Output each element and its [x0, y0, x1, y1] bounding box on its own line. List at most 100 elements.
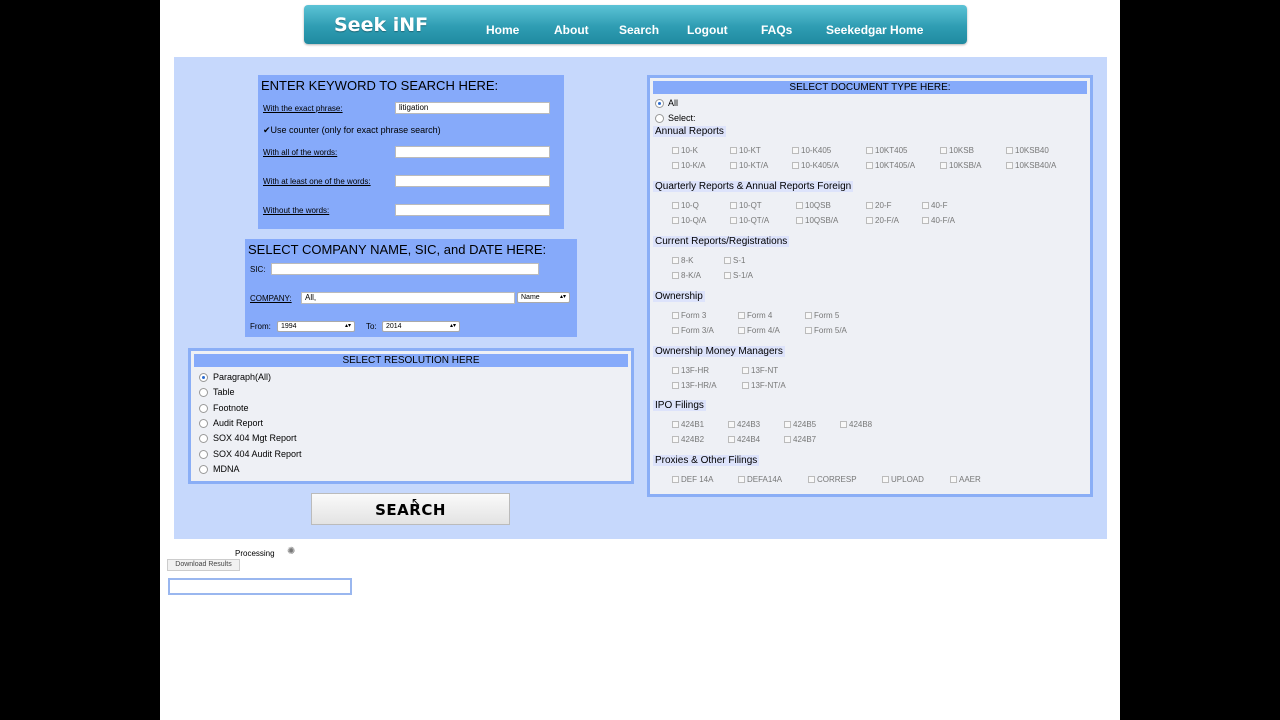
nav-search[interactable]: Search — [619, 23, 659, 37]
doc-type-checkbox[interactable]: 10-KT — [730, 146, 761, 155]
brand-logo[interactable]: Seek iNF — [334, 14, 428, 36]
results-box[interactable] — [168, 578, 352, 595]
doc-type-checkbox[interactable]: 8-K/A — [672, 271, 701, 280]
doc-type-checkbox[interactable]: 424B3 — [728, 420, 760, 429]
doc-type-checkbox[interactable]: S-1 — [724, 256, 745, 265]
to-year-select[interactable]: 2014 ▴▾ — [382, 321, 460, 332]
doc-type-label: 8-K — [681, 256, 694, 265]
doc-type-checkbox[interactable]: 10KSB/A — [940, 161, 981, 170]
doc-type-checkbox[interactable]: 10-K405 — [792, 146, 831, 155]
doc-type-checkbox[interactable]: AAER — [950, 475, 981, 484]
nav-seekedgar-home[interactable]: Seekedgar Home — [826, 23, 923, 37]
doc-type-label: 424B7 — [793, 435, 817, 444]
doc-type-checkbox[interactable]: 424B1 — [672, 420, 704, 429]
doc-type-checkbox[interactable]: 20-F — [866, 201, 891, 210]
doc-type-checkbox[interactable]: 8-K — [672, 256, 693, 265]
doc-type-checkbox[interactable]: Form 3/A — [672, 326, 714, 335]
doc-type-checkbox[interactable]: 10QSB/A — [796, 216, 838, 225]
doc-type-checkbox[interactable]: 13F-HR/A — [672, 381, 717, 390]
doc-type-checkbox[interactable]: Form 4/A — [738, 326, 780, 335]
doc-select-label: Select: — [668, 113, 696, 123]
doc-type-checkbox[interactable]: 13F-NT — [742, 366, 778, 375]
keyword-panel: ENTER KEYWORD TO SEARCH HERE: With the e… — [258, 75, 564, 229]
doc-type-checkbox[interactable]: UPLOAD — [882, 475, 924, 484]
without-words-input[interactable] — [395, 204, 550, 216]
use-counter-label: Use counter (only for exact phrase searc… — [270, 125, 441, 135]
doc-section-title-ipo: IPO Filings — [653, 400, 706, 411]
doc-type-label: S-1/A — [733, 271, 754, 280]
resolution-panel-title: SELECT RESOLUTION HERE — [194, 354, 628, 367]
nav-logout[interactable]: Logout — [687, 23, 728, 37]
nav-faqs[interactable]: FAQs — [761, 23, 792, 37]
name-select[interactable]: Name ▴▾ — [517, 292, 570, 303]
doc-type-checkbox[interactable]: 10KSB40/A — [1006, 161, 1056, 170]
doc-all-radio[interactable] — [655, 99, 664, 108]
doc-type-label: UPLOAD — [891, 475, 924, 484]
resolution-radio[interactable] — [199, 434, 208, 444]
doc-type-checkbox[interactable]: Form 5 — [805, 311, 839, 320]
doc-type-checkbox[interactable]: 40-F — [922, 201, 947, 210]
doc-section-title-ownership: Ownership — [653, 291, 705, 302]
doc-type-checkbox[interactable]: 10-QT/A — [730, 216, 769, 225]
resolution-radio[interactable] — [199, 449, 208, 459]
resolution-radio[interactable] — [199, 388, 208, 398]
mouse-cursor-icon: ↖ — [411, 495, 422, 509]
doc-type-checkbox[interactable]: Form 5/A — [805, 326, 847, 335]
sic-input[interactable] — [271, 263, 539, 275]
doc-type-checkbox[interactable]: 10-KT/A — [730, 161, 768, 170]
doc-type-checkbox[interactable]: 10-QT — [730, 201, 762, 210]
doc-type-checkbox[interactable]: 10-K — [672, 146, 698, 155]
resolution-radio[interactable] — [199, 464, 208, 474]
doc-type-label: 10-KT/A — [739, 161, 769, 170]
doc-type-checkbox[interactable]: Form 3 — [672, 311, 706, 320]
nav-home[interactable]: Home — [486, 23, 519, 37]
doc-type-checkbox[interactable]: 424B2 — [672, 435, 704, 444]
nav-about[interactable]: About — [554, 23, 589, 37]
doc-type-label: 13F-HR/A — [681, 381, 717, 390]
from-year-select[interactable]: 1994 ▴▾ — [277, 321, 355, 332]
checkbox-icon — [866, 202, 873, 209]
checkbox-icon — [730, 162, 737, 169]
doc-type-checkbox[interactable]: 424B7 — [784, 435, 816, 444]
doc-type-label: 13F-HR — [681, 366, 710, 375]
exact-phrase-input[interactable]: litigation — [395, 102, 550, 114]
doc-type-checkbox[interactable]: 10KT405/A — [866, 161, 915, 170]
doc-type-checkbox[interactable]: 424B4 — [728, 435, 760, 444]
all-words-input[interactable] — [395, 146, 550, 158]
resolution-radio[interactable] — [199, 373, 208, 382]
doc-type-checkbox[interactable]: 20-F/A — [866, 216, 899, 225]
doc-type-checkbox[interactable]: Form 4 — [738, 311, 772, 320]
doc-type-label: 10KT405 — [875, 146, 908, 155]
doc-type-checkbox[interactable]: DEFA14A — [738, 475, 782, 484]
doc-type-checkbox[interactable]: 10KSB — [940, 146, 974, 155]
checkbox-icon — [724, 272, 731, 279]
from-year-value: 1994 — [281, 323, 297, 330]
doc-type-checkbox[interactable]: 10KSB40 — [1006, 146, 1049, 155]
doc-type-checkbox[interactable]: 10-K/A — [672, 161, 705, 170]
doc-type-checkbox[interactable]: 10-Q/A — [672, 216, 706, 225]
doc-type-checkbox[interactable]: CORRESP — [808, 475, 857, 484]
resolution-radio[interactable] — [199, 403, 208, 413]
company-input[interactable]: All, — [301, 292, 515, 304]
doc-type-checkbox[interactable]: 13F-NT/A — [742, 381, 786, 390]
use-counter-checkbox[interactable]: ✔Use counter (only for exact phrase sear… — [263, 125, 441, 136]
resolution-option-label: Paragraph(All) — [213, 372, 272, 382]
checkbox-icon — [738, 476, 745, 483]
one-word-input[interactable] — [395, 175, 550, 187]
doc-type-checkbox[interactable]: 13F-HR — [672, 366, 709, 375]
doc-type-checkbox[interactable]: 40-F/A — [922, 216, 955, 225]
doc-type-label: 10KSB/A — [949, 161, 982, 170]
doc-type-checkbox[interactable]: 10-K405/A — [792, 161, 839, 170]
doc-type-checkbox[interactable]: 10KT405 — [866, 146, 907, 155]
doc-type-checkbox[interactable]: 424B8 — [840, 420, 872, 429]
doc-type-checkbox[interactable]: 424B5 — [784, 420, 816, 429]
doc-select-radio[interactable] — [655, 114, 664, 123]
doc-type-checkbox[interactable]: DEF 14A — [672, 475, 713, 484]
doc-section-title-annual: Annual Reports — [653, 126, 726, 137]
doc-type-checkbox[interactable]: S-1/A — [724, 271, 753, 280]
download-results-button[interactable]: Download Results — [167, 559, 240, 571]
doc-type-checkbox[interactable]: 10QSB — [796, 201, 831, 210]
checkbox-icon — [738, 312, 745, 319]
resolution-radio[interactable] — [199, 418, 208, 428]
doc-type-checkbox[interactable]: 10-Q — [672, 201, 699, 210]
